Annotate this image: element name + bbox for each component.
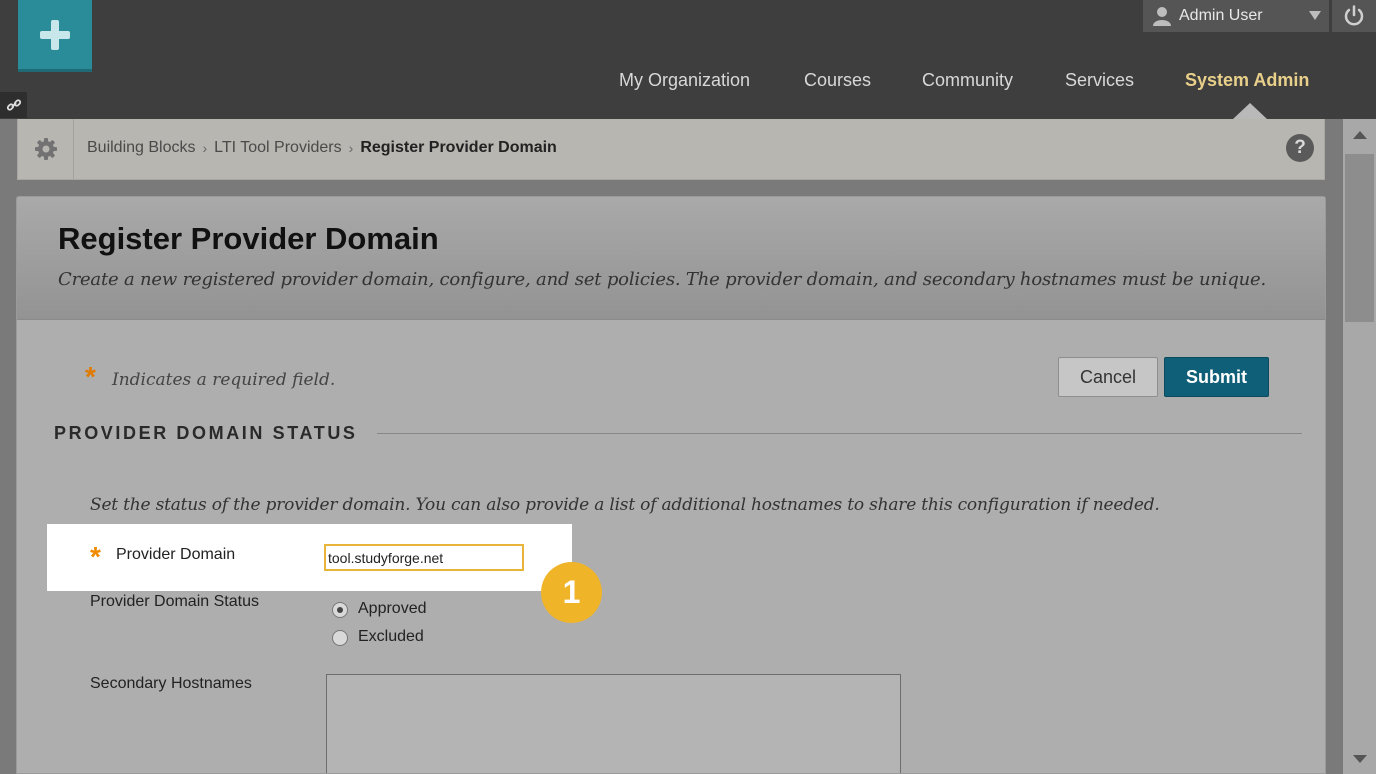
section-title: PROVIDER DOMAIN STATUS <box>54 423 358 443</box>
radio-selected-dot <box>337 607 343 613</box>
breadcrumb-lti-tool-providers[interactable]: LTI Tool Providers <box>214 139 341 157</box>
page-title: Register Provider Domain <box>58 221 439 256</box>
help-button[interactable]: ? <box>1286 134 1314 162</box>
breadcrumb: Building Blocks › LTI Tool Providers › R… <box>87 139 557 157</box>
breadcrumb-bar: Building Blocks › LTI Tool Providers › R… <box>17 119 1325 180</box>
power-icon <box>1344 5 1364 26</box>
scroll-up-icon[interactable] <box>1353 131 1367 139</box>
active-nav-pointer <box>1233 103 1267 119</box>
nav-community[interactable]: Community <box>922 70 1013 91</box>
chevron-right-icon: › <box>202 140 208 156</box>
breadcrumb-current: Register Provider Domain <box>360 139 557 156</box>
admin-tools-button[interactable] <box>18 119 74 179</box>
scroll-down-icon[interactable] <box>1353 755 1367 763</box>
provider-domain-input[interactable]: tool.studyforge.net <box>324 544 524 571</box>
required-star-icon: * <box>85 361 96 392</box>
nav-courses[interactable]: Courses <box>804 70 871 91</box>
submit-button[interactable]: Submit <box>1164 357 1269 397</box>
user-icon <box>1153 7 1171 26</box>
content-panel: Register Provider Domain Create a new re… <box>16 196 1326 774</box>
chevron-right-icon: › <box>348 140 354 156</box>
radio-approved[interactable] <box>332 602 348 618</box>
section-divider <box>377 433 1302 434</box>
page-scrollbar[interactable] <box>1343 119 1376 774</box>
breadcrumb-building-blocks[interactable]: Building Blocks <box>87 139 196 157</box>
gear-icon <box>34 138 57 160</box>
nav-services[interactable]: Services <box>1065 70 1134 91</box>
nav-system-admin[interactable]: System Admin <box>1185 70 1309 91</box>
scroll-thumb[interactable] <box>1345 154 1374 322</box>
radio-excluded-label[interactable]: Excluded <box>358 628 424 646</box>
cancel-button[interactable]: Cancel <box>1058 357 1158 397</box>
secondary-hostnames-field[interactable] <box>326 674 901 773</box>
page-header: Register Provider Domain Create a new re… <box>17 197 1325 320</box>
required-note: Indicates a required field. <box>112 370 336 390</box>
page-subtitle: Create a new registered provider domain,… <box>58 269 1267 290</box>
quick-link-button[interactable] <box>0 92 27 118</box>
secondary-hostnames-label: Secondary Hostnames <box>90 675 252 692</box>
radio-excluded[interactable] <box>332 630 348 646</box>
radio-approved-label[interactable]: Approved <box>358 600 427 618</box>
chevron-down-icon <box>1309 11 1321 20</box>
top-header: Admin User My Organization Courses Commu… <box>0 0 1376 119</box>
provider-domain-label: Provider Domain <box>116 546 236 563</box>
step-badge: 1 <box>541 562 602 623</box>
nav-my-organization[interactable]: My Organization <box>619 70 750 91</box>
section-description: Set the status of the provider domain. Y… <box>90 495 1160 515</box>
plus-icon <box>40 19 70 50</box>
required-star-icon: * <box>90 541 101 572</box>
user-name: Admin User <box>1179 7 1263 24</box>
status-label: Provider Domain Status <box>90 593 259 610</box>
logout-button[interactable] <box>1332 0 1376 32</box>
user-menu[interactable]: Admin User <box>1143 0 1329 32</box>
add-module-button[interactable] <box>18 0 92 72</box>
link-icon <box>6 99 21 111</box>
